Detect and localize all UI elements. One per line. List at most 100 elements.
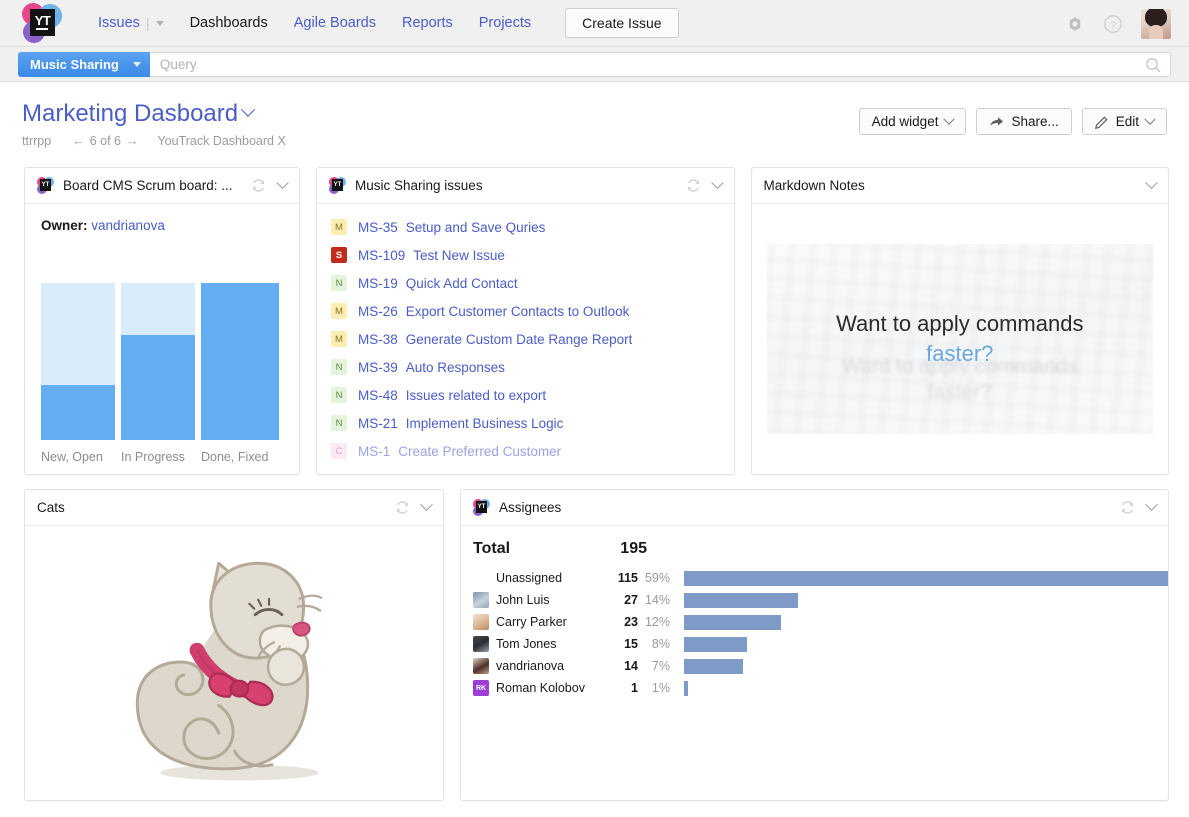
bar-column-in-progress[interactable] <box>121 283 195 440</box>
chevron-down-icon[interactable] <box>132 61 141 67</box>
widget-body <box>25 526 443 800</box>
markdown-banner-image: Want to apply commands faster? Want to ap… <box>766 244 1153 434</box>
breadcrumb-prev-dashboard[interactable]: ttrrpp <box>22 134 51 148</box>
bar-column-new-open[interactable] <box>41 283 115 440</box>
svg-text:?: ? <box>1110 19 1116 31</box>
nav-item-issues[interactable]: Issues <box>98 15 140 31</box>
chevron-down-icon[interactable] <box>155 20 164 26</box>
issue-summary[interactable]: Test New Issue <box>413 248 505 263</box>
list-item[interactable]: N MS-39 Auto Responses <box>317 353 734 381</box>
table-row[interactable]: John Luis 27 14% <box>461 589 1168 611</box>
issue-summary[interactable]: Generate Custom Date Range Report <box>406 332 633 347</box>
issue-id[interactable]: MS-21 <box>358 416 398 431</box>
edit-button[interactable]: Edit <box>1081 108 1167 135</box>
page-title[interactable]: Marketing Dasboard <box>22 100 256 128</box>
owner-name-link[interactable]: vandrianova <box>91 218 165 233</box>
issue-list: M MS-35 Setup and Save Quries S MS-109 T… <box>317 204 734 465</box>
share-label: Share... <box>1011 114 1059 129</box>
share-button[interactable]: Share... <box>976 108 1072 135</box>
nav-item-issues-wrap: Issues | <box>98 15 164 31</box>
priority-badge: N <box>331 359 348 375</box>
chevron-down-icon[interactable] <box>1145 176 1158 190</box>
chevron-down-icon[interactable] <box>241 102 256 117</box>
list-item[interactable]: N MS-21 Implement Business Logic <box>317 409 734 437</box>
prev-arrow-icon[interactable]: ← <box>72 134 85 148</box>
widget-body: M MS-35 Setup and Save Quries S MS-109 T… <box>317 204 734 474</box>
nav-item-dashboards[interactable]: Dashboards <box>190 15 268 31</box>
chevron-down-icon[interactable] <box>276 176 289 190</box>
table-row[interactable]: vandrianova 14 7% <box>461 655 1168 677</box>
bar-column-done-fixed[interactable] <box>201 283 279 440</box>
search-bar: Music Sharing <box>0 47 1189 82</box>
chevron-down-icon[interactable] <box>1145 498 1158 512</box>
page-title-text: Marketing Dasboard <box>22 100 239 127</box>
issue-summary[interactable]: Implement Business Logic <box>406 416 564 431</box>
nav-item-reports[interactable]: Reports <box>402 15 453 31</box>
issue-summary[interactable]: Export Customer Contacts to Outlook <box>406 304 630 319</box>
assignee-percent: 14% <box>644 593 670 607</box>
issue-id[interactable]: MS-35 <box>358 220 398 235</box>
nav-item-projects[interactable]: Projects <box>479 15 531 31</box>
issue-id[interactable]: MS-1 <box>358 444 390 459</box>
assignee-bar-wrap <box>676 592 1168 608</box>
list-item[interactable]: M MS-38 Generate Custom Date Range Repor… <box>317 325 734 353</box>
search-input[interactable] <box>157 55 1162 73</box>
widget-actions <box>1145 176 1158 190</box>
gear-icon[interactable] <box>1065 14 1085 34</box>
bar-completed <box>41 385 115 440</box>
issue-summary[interactable]: Issues related to export <box>406 388 546 403</box>
assignee-name: vandrianova <box>496 659 565 673</box>
breadcrumb: ttrrpp ← 6 of 6 → YouTrack Dashboard X <box>22 134 1167 148</box>
total-label: Total <box>473 540 511 557</box>
avatar <box>473 658 489 674</box>
chevron-down-icon[interactable] <box>420 498 433 512</box>
youtrack-logo-icon[interactable]: YT <box>22 3 62 43</box>
issue-id[interactable]: MS-48 <box>358 388 398 403</box>
next-arrow-icon[interactable]: → <box>126 134 139 148</box>
priority-badge: N <box>331 387 348 403</box>
issue-id[interactable]: MS-19 <box>358 276 398 291</box>
list-item[interactable]: C MS-1 Create Preferred Customer <box>317 437 734 465</box>
refresh-icon[interactable] <box>686 178 701 193</box>
create-issue-button[interactable]: Create Issue <box>565 8 679 38</box>
issue-id[interactable]: MS-26 <box>358 304 398 319</box>
issue-id[interactable]: MS-39 <box>358 360 398 375</box>
issue-id[interactable]: MS-109 <box>358 248 405 263</box>
assignee-bar-wrap <box>676 680 1168 696</box>
search-icon[interactable] <box>1145 57 1162 74</box>
issue-summary[interactable]: Setup and Save Quries <box>406 220 546 235</box>
breadcrumb-next-dashboard[interactable]: YouTrack Dashboard X <box>157 134 285 148</box>
help-icon[interactable]: ? <box>1103 14 1123 34</box>
widget-title: Assignees <box>499 500 562 515</box>
issue-id[interactable]: MS-38 <box>358 332 398 347</box>
assignee-percent: 59% <box>644 571 670 585</box>
list-item[interactable]: S MS-109 Test New Issue <box>317 241 734 269</box>
add-widget-button[interactable]: Add widget <box>858 108 967 135</box>
nav-item-agile-boards[interactable]: Agile Boards <box>294 15 376 31</box>
markdown-line-1: Want to apply commands <box>836 311 1084 336</box>
list-item[interactable]: N MS-19 Quick Add Contact <box>317 269 734 297</box>
refresh-icon[interactable] <box>395 500 410 515</box>
avatar-placeholder <box>473 570 489 586</box>
table-row[interactable]: RK Roman Kolobov 1 1% <box>461 677 1168 699</box>
list-item[interactable]: N MS-48 Issues related to export <box>317 381 734 409</box>
list-item[interactable]: M MS-26 Export Customer Contacts to Outl… <box>317 297 734 325</box>
assignee-percent: 8% <box>651 637 670 651</box>
list-item[interactable]: M MS-35 Setup and Save Quries <box>317 213 734 241</box>
issue-summary[interactable]: Quick Add Contact <box>406 276 518 291</box>
widget-header: YT Music Sharing issues <box>317 168 734 204</box>
table-row[interactable]: Tom Jones 15 8% <box>461 633 1168 655</box>
refresh-icon[interactable] <box>1120 500 1135 515</box>
youtrack-icon: YT <box>329 177 347 194</box>
widget-body: Owner: vandrianova New, Open In Progress… <box>25 204 299 474</box>
widget-body: Total 195 Unassigned 115 59% John Luis 2… <box>461 526 1168 800</box>
project-selector-button[interactable]: Music Sharing <box>18 51 150 77</box>
issue-summary[interactable]: Create Preferred Customer <box>398 444 561 459</box>
chevron-down-icon[interactable] <box>710 176 724 190</box>
avatar[interactable] <box>1141 8 1171 39</box>
table-row[interactable]: Carry Parker 23 12% <box>461 611 1168 633</box>
board-bar-chart <box>41 283 279 440</box>
issue-summary[interactable]: Auto Responses <box>406 360 505 375</box>
refresh-icon[interactable] <box>251 178 266 193</box>
table-row[interactable]: Unassigned 115 59% <box>461 567 1168 589</box>
